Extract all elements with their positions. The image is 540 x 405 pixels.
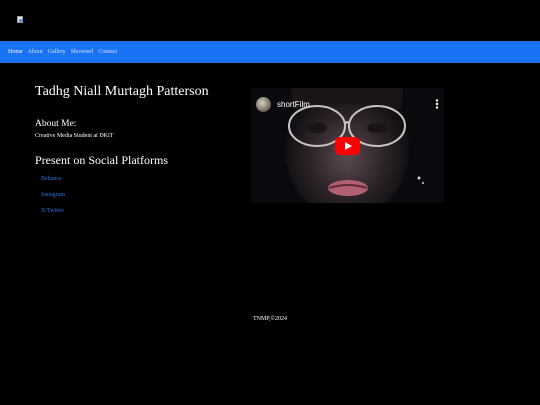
social-heading: Present on Social Platforms <box>35 153 168 167</box>
nav-showreel-link[interactable]: Showreel <box>71 49 94 55</box>
broken-image-icon <box>17 16 25 24</box>
channel-avatar[interactable] <box>256 97 271 112</box>
about-text: Creative Media Student at DKiT <box>35 133 114 139</box>
youtube-play-icon[interactable] <box>335 137 360 155</box>
behance-link[interactable]: Behance <box>41 176 62 182</box>
nav-contact-link[interactable]: Contact <box>98 49 117 55</box>
nav-home-link[interactable]: Home <box>8 49 23 55</box>
nav-gallery-link[interactable]: Gallery <box>48 49 66 55</box>
social-item-behance: Behance <box>41 176 65 192</box>
site-header <box>0 0 540 41</box>
nav-about-link[interactable]: About <box>28 49 43 55</box>
about-heading: About Me: <box>35 119 77 129</box>
more-vertical-icon[interactable] <box>435 99 439 109</box>
social-links-list: Behance Instagram X/Twitter <box>41 176 65 224</box>
video-title[interactable]: shortFilm <box>277 100 310 109</box>
social-item-instagram: Instagram <box>41 192 65 208</box>
instagram-link[interactable]: Instagram <box>41 192 65 198</box>
twitter-link[interactable]: X/Twitter <box>41 208 64 214</box>
social-item-twitter: X/Twitter <box>41 208 65 224</box>
profile-name: Tadhg Niall Murtagh Patterson <box>35 84 209 99</box>
footer-text: TNMP,©2024 <box>252 316 288 322</box>
video-embed[interactable]: shortFilm <box>251 88 444 203</box>
navbar: Home About Gallery Showreel Contact <box>0 41 540 63</box>
